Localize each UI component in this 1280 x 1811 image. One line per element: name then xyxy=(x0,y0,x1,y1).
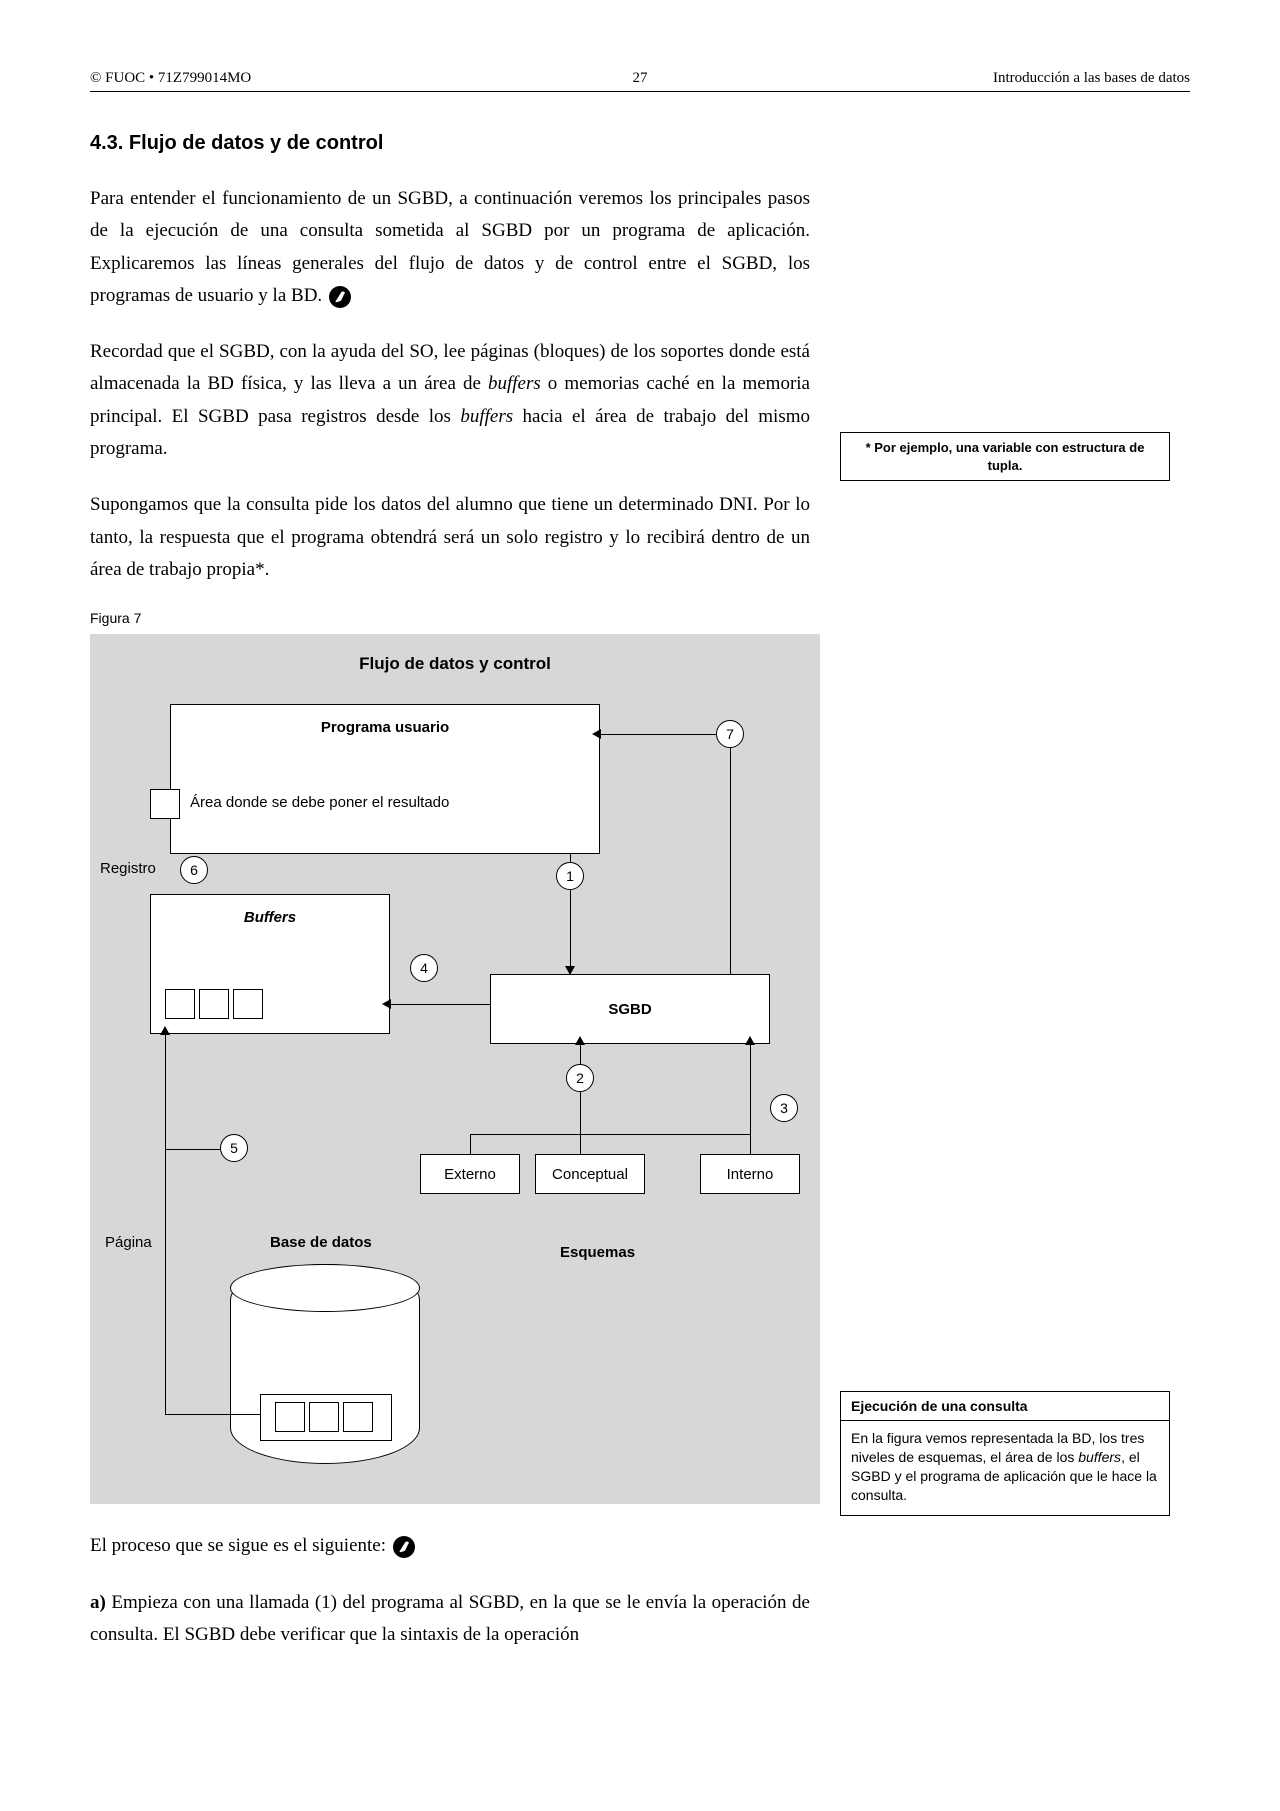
label-conceptual: Conceptual xyxy=(552,1166,628,1183)
step-6: 6 xyxy=(190,862,198,878)
label-externo: Externo xyxy=(444,1166,496,1183)
label-programa-usuario: Programa usuario xyxy=(321,719,449,736)
sidebar-box-body: En la figura vemos representada la BD, l… xyxy=(841,1421,1169,1515)
label-base-de-datos: Base de datos xyxy=(270,1234,372,1251)
step-circle-4: 4 xyxy=(410,954,438,982)
paragraph-3: Supongamos que la consulta pide los dato… xyxy=(90,489,810,586)
db-pages-icon xyxy=(275,1402,373,1432)
header-left: © FUOC • 71Z799014MO xyxy=(90,70,251,87)
sidebar-box-title: Ejecución de una consulta xyxy=(841,1392,1169,1421)
step-circle-1: 1 xyxy=(556,862,584,890)
step-2: 2 xyxy=(576,1070,584,1086)
step-1: 1 xyxy=(566,868,574,884)
step-circle-3: 3 xyxy=(770,1094,798,1122)
p2b: buffers xyxy=(488,373,541,394)
attention-icon xyxy=(393,1536,415,1558)
p5-prefix: a) xyxy=(90,1592,106,1613)
step-5: 5 xyxy=(230,1140,238,1156)
step-circle-7: 7 xyxy=(716,720,744,748)
box-area-resultado-marker xyxy=(150,789,180,819)
section-title: 4.3. Flujo de datos y de control xyxy=(90,132,810,155)
sidebar-column: * Por ejemplo, una variable con estructu… xyxy=(840,132,1170,1675)
box-conceptual: Conceptual xyxy=(535,1154,645,1194)
step-3: 3 xyxy=(780,1100,788,1116)
attention-icon xyxy=(329,286,351,308)
sidebar-footnote: * Por ejemplo, una variable con estructu… xyxy=(840,432,1170,481)
diagram-title: Flujo de datos y control xyxy=(90,654,820,674)
p4-text: El proceso que se sigue es el siguiente: xyxy=(90,1535,386,1556)
header-page-number: 27 xyxy=(633,70,648,87)
figure-7-diagram: Flujo de datos y control Programa usuari… xyxy=(90,634,820,1504)
label-esquemas: Esquemas xyxy=(560,1244,635,1261)
box-programa-usuario: Programa usuario xyxy=(170,704,600,854)
step-circle-2: 2 xyxy=(566,1064,594,1092)
box-externo: Externo xyxy=(420,1154,520,1194)
paragraph-2: Recordad que el SGBD, con la ayuda del S… xyxy=(90,336,810,465)
figure-label: Figura 7 xyxy=(90,610,810,626)
paragraph-1: Para entender el funcionamiento de un SG… xyxy=(90,183,810,312)
paragraph-4: El proceso que se sigue es el siguiente: xyxy=(90,1530,810,1562)
label-registro: Registro xyxy=(100,860,156,877)
label-pagina: Página xyxy=(105,1234,152,1251)
step-circle-6: 6 xyxy=(180,856,208,884)
p5-text: Empieza con una llamada (1) del programa… xyxy=(90,1592,810,1645)
label-buffers: Buffers xyxy=(244,909,296,926)
step-circle-5: 5 xyxy=(220,1134,248,1162)
main-column: 4.3. Flujo de datos y de control Para en… xyxy=(90,132,810,1675)
sidebar-box-ejecucion: Ejecución de una consulta En la figura v… xyxy=(840,1391,1170,1516)
header-right: Introducción a las bases de datos xyxy=(993,70,1190,87)
sb-body-b: buffers xyxy=(1078,1449,1121,1465)
label-area-resultado: Área donde se debe poner el resultado xyxy=(190,794,449,811)
box-sgbd: SGBD xyxy=(490,974,770,1044)
label-sgbd: SGBD xyxy=(608,1001,651,1018)
paragraph-1-text: Para entender el funcionamiento de un SG… xyxy=(90,188,810,306)
box-interno: Interno xyxy=(700,1154,800,1194)
paragraph-5: a) Empieza con una llamada (1) del progr… xyxy=(90,1587,810,1652)
page-header: © FUOC • 71Z799014MO 27 Introducción a l… xyxy=(90,70,1190,92)
label-interno: Interno xyxy=(727,1166,774,1183)
step-7: 7 xyxy=(726,726,734,742)
step-4: 4 xyxy=(420,960,428,976)
buffer-pages-icon xyxy=(165,989,263,1019)
p2d: buffers xyxy=(460,406,513,427)
